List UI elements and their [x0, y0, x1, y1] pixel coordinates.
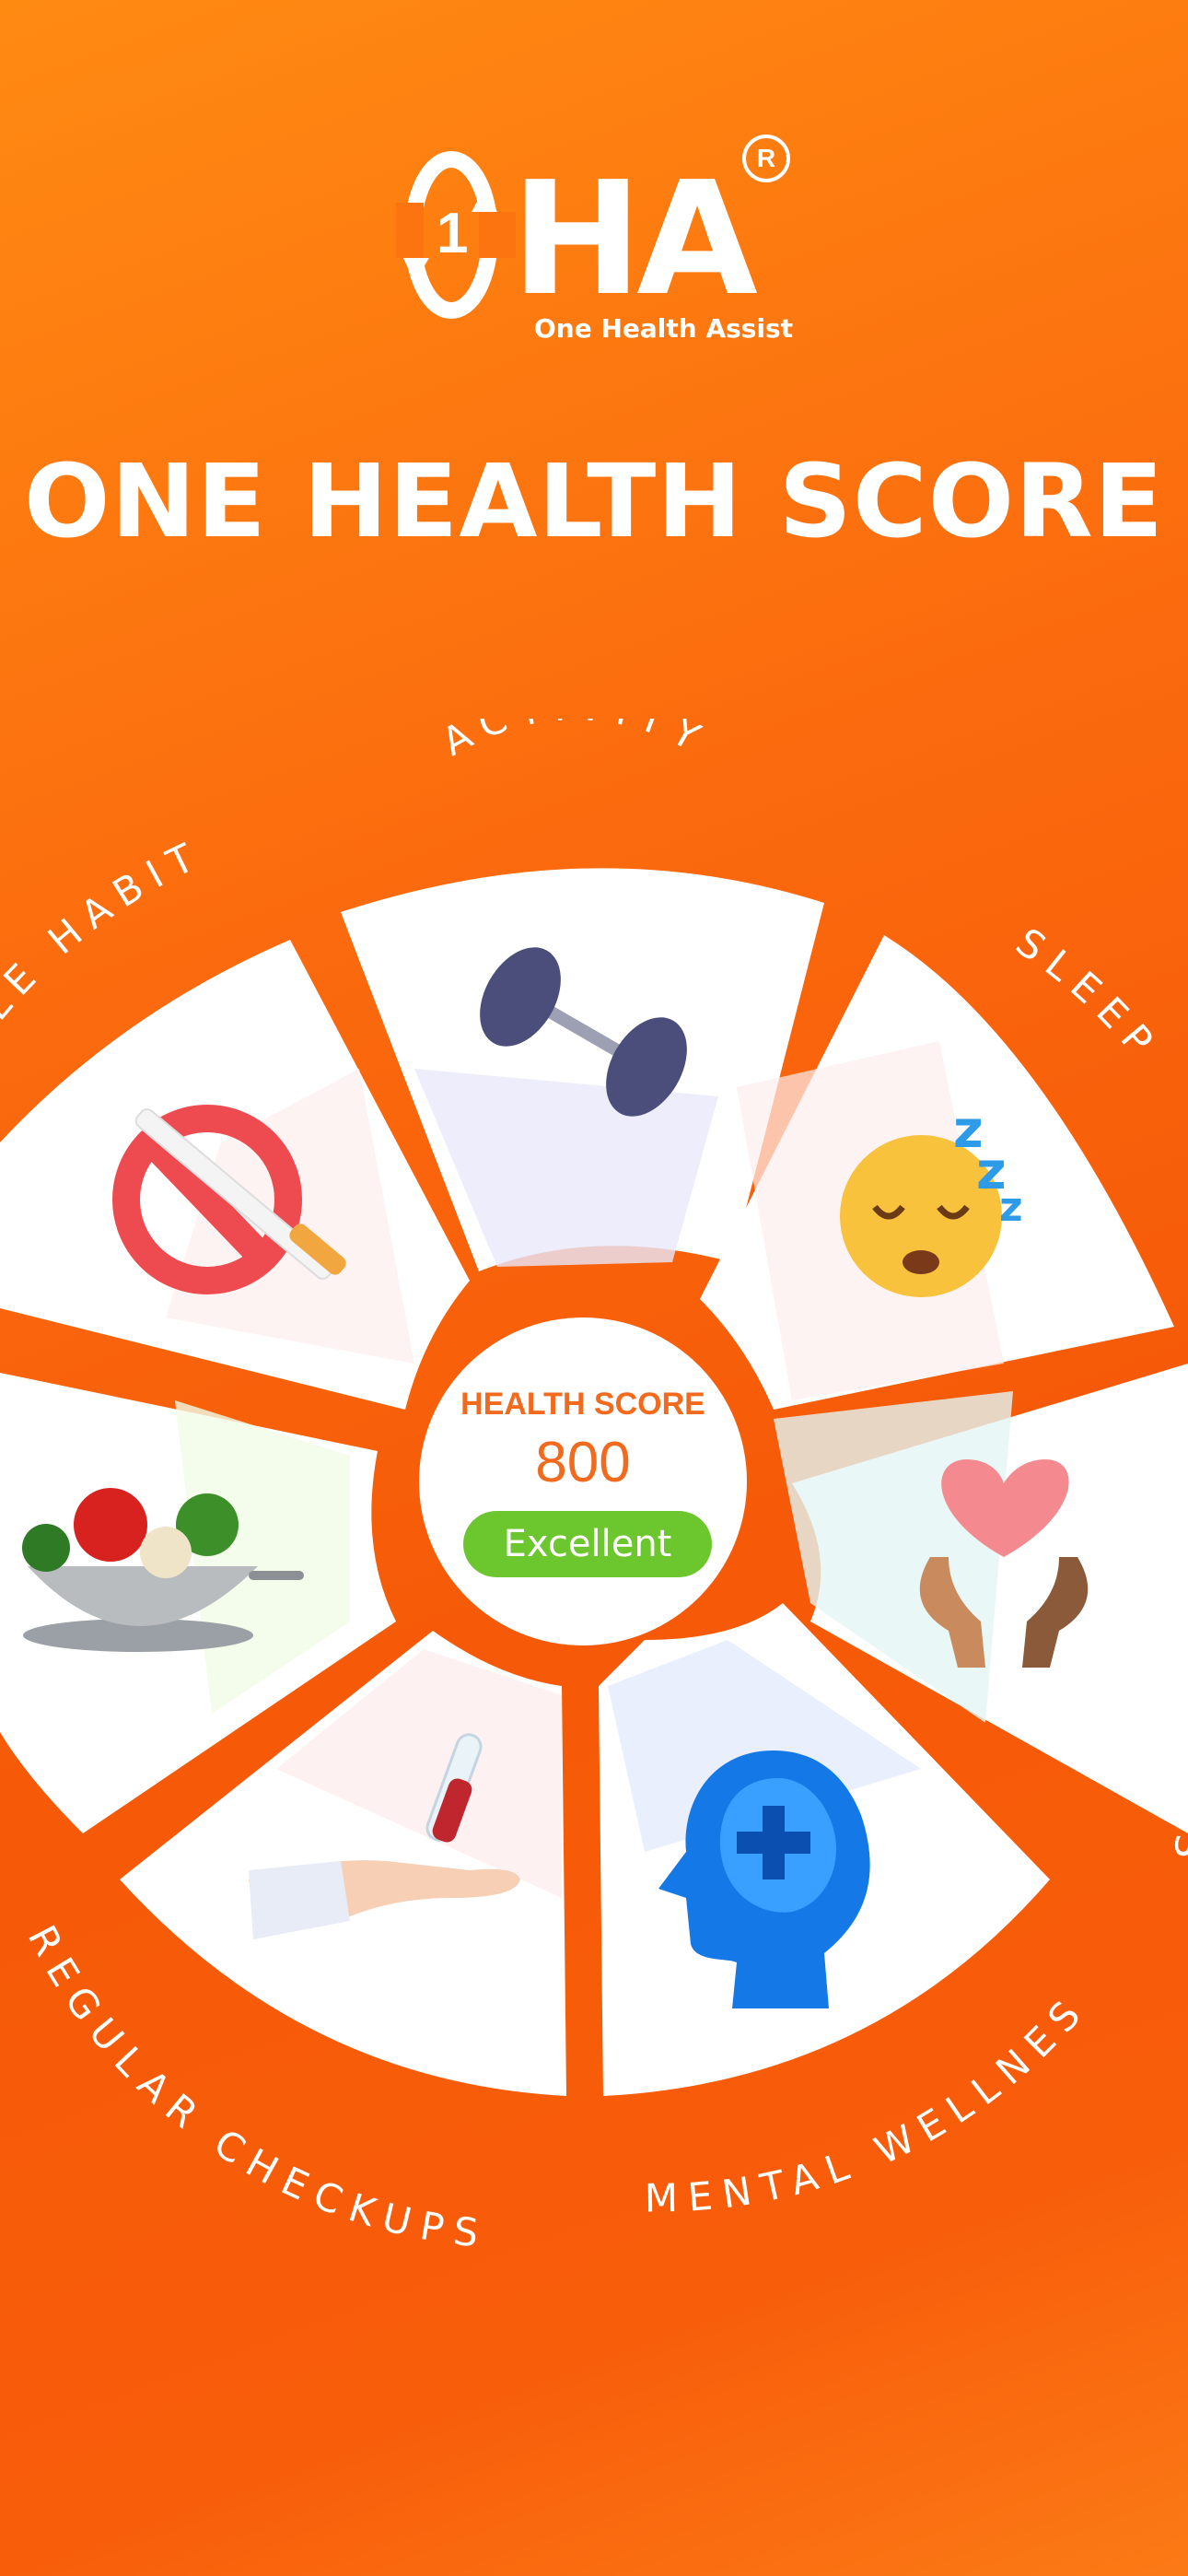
label-social: S: [1166, 1833, 1188, 1869]
page-title: ONE HEALTH SCORE: [24, 442, 1164, 560]
logo-digit: 1: [437, 202, 469, 265]
label-sleep: SLEEP: [1007, 919, 1169, 1071]
label-activity: ACTIVITY: [435, 719, 717, 765]
brand-logo: 1 HA One Health Assist R: [396, 135, 801, 359]
health-score-value: 800: [535, 1431, 631, 1494]
svg-text:z: z: [999, 1184, 1023, 1231]
health-score-label: HEALTH SCORE: [460, 1387, 705, 1422]
score-rating-badge[interactable]: Excellent: [463, 1511, 712, 1577]
brand-tagline: One Health Assist: [534, 313, 794, 344]
logo-letters: HA: [511, 148, 758, 331]
registered-mark: R: [742, 135, 790, 182]
label-lifestyle-habits: LE HABITS: [0, 719, 211, 1028]
